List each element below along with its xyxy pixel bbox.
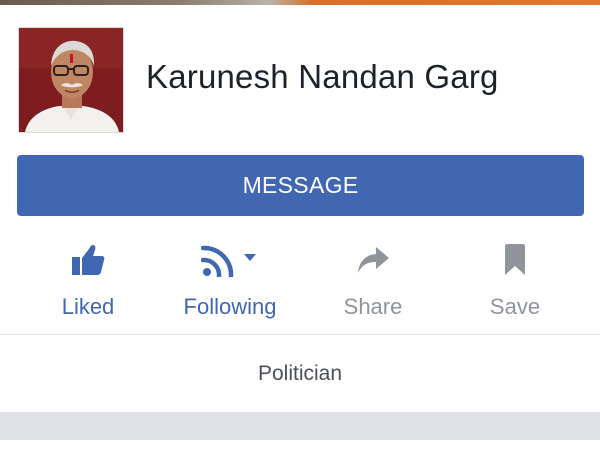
rss-feed-icon bbox=[201, 240, 259, 280]
page-category: Politician bbox=[257, 362, 343, 385]
save-label: Save bbox=[489, 294, 541, 319]
profile-photo[interactable] bbox=[18, 27, 124, 133]
cover-photo-strip bbox=[0, 0, 600, 7]
following-button[interactable]: Following bbox=[155, 232, 305, 332]
share-label: Share bbox=[343, 294, 403, 319]
page-title: Karunesh Nandan Garg bbox=[146, 58, 499, 95]
share-button[interactable]: Share bbox=[298, 232, 448, 332]
share-arrow-icon bbox=[356, 240, 390, 280]
action-bar: Liked Following Share Save bbox=[0, 232, 600, 332]
section-separator-band bbox=[0, 412, 600, 440]
next-section-edge bbox=[0, 440, 600, 450]
bookmark-icon bbox=[503, 240, 527, 280]
message-button[interactable]: MESSAGE bbox=[17, 155, 584, 216]
save-button[interactable]: Save bbox=[440, 232, 590, 332]
profile-photo-image bbox=[19, 28, 123, 132]
like-label: Liked bbox=[61, 294, 115, 319]
like-button[interactable]: Liked bbox=[13, 232, 163, 332]
thumbs-up-icon bbox=[71, 240, 105, 280]
section-divider bbox=[0, 334, 600, 335]
following-label: Following bbox=[183, 294, 277, 319]
chevron-down-icon bbox=[244, 254, 256, 261]
